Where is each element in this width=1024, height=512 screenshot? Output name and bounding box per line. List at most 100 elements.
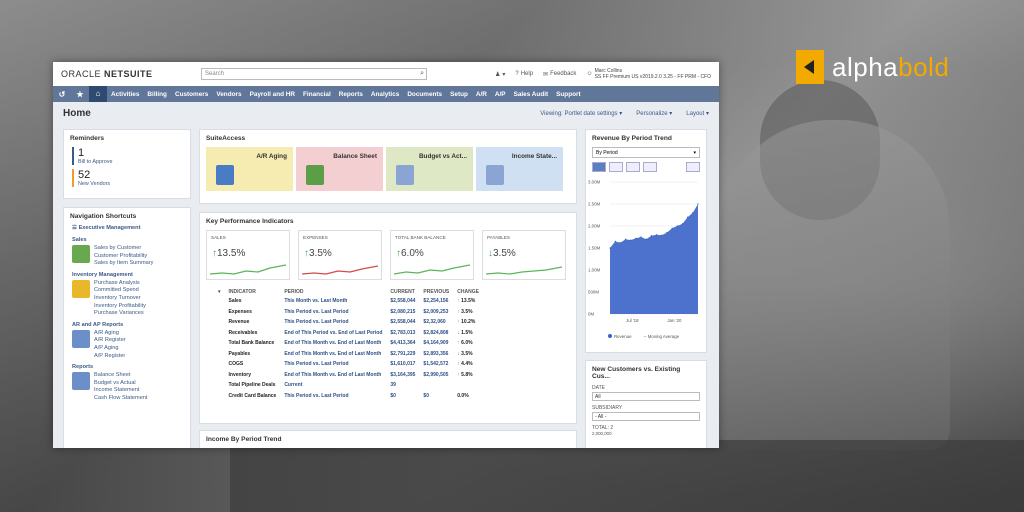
viewing-dropdown[interactable]: Viewing: Portlet date settings ▾ xyxy=(540,110,622,117)
shortcut-link[interactable]: Budget vs Actual xyxy=(94,380,147,388)
period-cell[interactable]: End of This Month vs. End of Last Month xyxy=(280,338,386,349)
star-icon[interactable]: ★ xyxy=(71,90,89,99)
previous-cell[interactable]: $2,824,808 xyxy=(419,328,453,339)
revenue-point[interactable] xyxy=(671,227,673,229)
shortcut-link[interactable]: Customer Profitability xyxy=(94,253,153,261)
revenue-point[interactable] xyxy=(681,223,684,225)
previous-cell[interactable]: $2,893,356 xyxy=(419,349,453,360)
revenue-point[interactable] xyxy=(619,242,621,244)
nav-activities[interactable]: Activities xyxy=(107,91,143,98)
revenue-point[interactable] xyxy=(692,212,694,214)
shortcut-link[interactable]: Sales by Customer xyxy=(94,245,153,253)
previous-cell[interactable]: $2,009,253 xyxy=(419,307,453,318)
table-row[interactable]: Receivables End of This Period vs. End of… xyxy=(214,328,483,339)
current-cell[interactable]: $3,164,395 xyxy=(386,370,419,381)
nav-setup[interactable]: Setup xyxy=(446,91,472,98)
nav-ar[interactable]: A/R xyxy=(472,91,491,98)
column-header[interactable]: CHANGE xyxy=(453,288,483,296)
current-cell[interactable]: $2,558,044 xyxy=(386,317,419,328)
table-button[interactable] xyxy=(643,162,657,172)
table-row[interactable]: Inventory End of This Month vs. End of La… xyxy=(214,370,483,381)
revenue-point[interactable] xyxy=(650,235,653,237)
shortcut-link[interactable]: Sales by Item Summary xyxy=(94,260,153,268)
shortcut-link[interactable]: Purchase Variances xyxy=(94,310,146,318)
shortcut-link[interactable]: Inventory Profitability xyxy=(94,303,146,311)
revenue-point[interactable] xyxy=(630,239,632,241)
search-icon[interactable]: ⌕ xyxy=(420,70,424,78)
nav-customers[interactable]: Customers xyxy=(171,91,212,98)
period-cell[interactable]: Current xyxy=(280,380,386,391)
shortcut-link[interactable]: Balance Sheet xyxy=(94,372,147,380)
help-link[interactable]: ? Help xyxy=(515,71,533,77)
previous-cell[interactable]: $4,164,909 xyxy=(419,338,453,349)
table-row[interactable]: COGS This Period vs. Last Period $1,610,01… xyxy=(214,359,483,370)
shortcut-link[interactable]: A/P Aging xyxy=(94,345,126,353)
revenue-point[interactable] xyxy=(661,234,663,236)
bar-chart-button[interactable] xyxy=(626,162,640,172)
current-cell[interactable]: $1,610,017 xyxy=(386,359,419,370)
tile-budget-vs-actual[interactable]: Budget vs Act... xyxy=(386,147,473,191)
revenue-point[interactable] xyxy=(676,225,678,227)
kpi-card-bank-balance[interactable]: TOTAL BANK BALANCE ↑6.0% xyxy=(390,230,474,280)
period-cell[interactable]: This Period vs. Last Period xyxy=(280,317,386,328)
shortcut-link[interactable]: A/R Aging xyxy=(94,330,126,338)
tile-income-statement[interactable]: Income State... xyxy=(476,147,563,191)
nav-support[interactable]: Support xyxy=(552,91,585,98)
revenue-point[interactable] xyxy=(624,238,627,240)
tile-ar-aging[interactable]: A/R Aging xyxy=(206,147,293,191)
revenue-point[interactable] xyxy=(687,216,689,218)
previous-cell[interactable]: $0 xyxy=(419,391,453,402)
nav-billing[interactable]: Billing xyxy=(143,91,171,98)
user-menu[interactable]: ☺ Marc Collins SS FF Premium US v2019.2.0… xyxy=(586,68,711,80)
shortcut-link[interactable]: Committed Spend xyxy=(94,287,146,295)
column-header[interactable]: INDICATOR xyxy=(225,288,281,296)
revenue-point[interactable] xyxy=(697,203,699,205)
subsidiary-select[interactable]: - All - xyxy=(592,412,700,421)
feedback-link[interactable]: ✉ Feedback xyxy=(543,71,576,78)
executive-management-link[interactable]: ☰ Executive Management xyxy=(72,225,182,231)
revenue-point[interactable] xyxy=(609,247,611,249)
nav-reports[interactable]: Reports xyxy=(335,91,367,98)
nav-documents[interactable]: Documents xyxy=(403,91,446,98)
nav-vendors[interactable]: Vendors xyxy=(212,91,245,98)
table-row[interactable]: Total Pipeline Deals Current 39 xyxy=(214,380,483,391)
shortcut-link[interactable]: A/R Register xyxy=(94,337,126,345)
nav-financial[interactable]: Financial xyxy=(299,91,335,98)
period-cell[interactable]: End of This Period vs. End of Last Perio… xyxy=(280,328,386,339)
current-cell[interactable]: $2,080,215 xyxy=(386,307,419,318)
table-row[interactable]: Expenses This Period vs. Last Period $2,08… xyxy=(214,307,483,318)
recent-records-button[interactable]: ♟ ▾ xyxy=(495,71,505,78)
revenue-area[interactable] xyxy=(610,204,698,314)
shortcut-link[interactable]: Inventory Turnover xyxy=(94,295,146,303)
column-header[interactable]: CURRENT xyxy=(386,288,419,296)
layout-dropdown[interactable]: Layout ▾ xyxy=(686,110,709,117)
reminder-vendors[interactable]: 52 New Vendors xyxy=(72,169,182,187)
period-cell[interactable]: This Period vs. Last Period xyxy=(280,359,386,370)
netsuite-logo[interactable]: ORACLE NETSUITE xyxy=(61,69,191,79)
previous-cell[interactable]: $2,32,060 xyxy=(419,317,453,328)
previous-cell[interactable]: $2,990,505 xyxy=(419,370,453,381)
table-row[interactable]: Payables End of This Month vs. End of Las… xyxy=(214,349,483,360)
kpi-card-sales[interactable]: SALES ↑13.5% xyxy=(206,230,290,280)
personalize-dropdown[interactable]: Personalize ▾ xyxy=(636,110,672,117)
table-row[interactable]: Revenue This Period vs. Last Period $2,558… xyxy=(214,317,483,328)
period-cell[interactable]: This Month vs. Last Month xyxy=(280,296,386,307)
column-header[interactable]: PREVIOUS xyxy=(419,288,453,296)
period-cell[interactable]: End of This Month vs. End of Last Month xyxy=(280,370,386,381)
nav-sales-audit[interactable]: Sales Audit xyxy=(510,91,553,98)
current-cell[interactable]: $2,791,229 xyxy=(386,349,419,360)
period-cell[interactable]: End of This Month vs. End of Last Month xyxy=(280,349,386,360)
date-field[interactable]: All xyxy=(592,392,700,401)
period-select[interactable]: By Period ▾ xyxy=(592,147,700,158)
kpi-card-expenses[interactable]: EXPENSES ↑3.5% xyxy=(298,230,382,280)
area-chart-button[interactable] xyxy=(592,162,606,172)
trend-button[interactable] xyxy=(686,162,700,172)
table-row[interactable]: Sales This Month vs. Last Month $2,558,044… xyxy=(214,296,483,307)
shortcut-link[interactable]: Income Statement xyxy=(94,387,147,395)
kpi-card-payables[interactable]: PAYABLES ↓3.5% xyxy=(482,230,566,280)
current-cell[interactable]: $4,413,364 xyxy=(386,338,419,349)
revenue-point[interactable] xyxy=(635,237,637,239)
shortcut-link[interactable]: Purchase Analysis xyxy=(94,280,146,288)
shortcut-link[interactable]: A/P Register xyxy=(94,353,126,361)
nav-payroll[interactable]: Payroll and HR xyxy=(246,91,299,98)
